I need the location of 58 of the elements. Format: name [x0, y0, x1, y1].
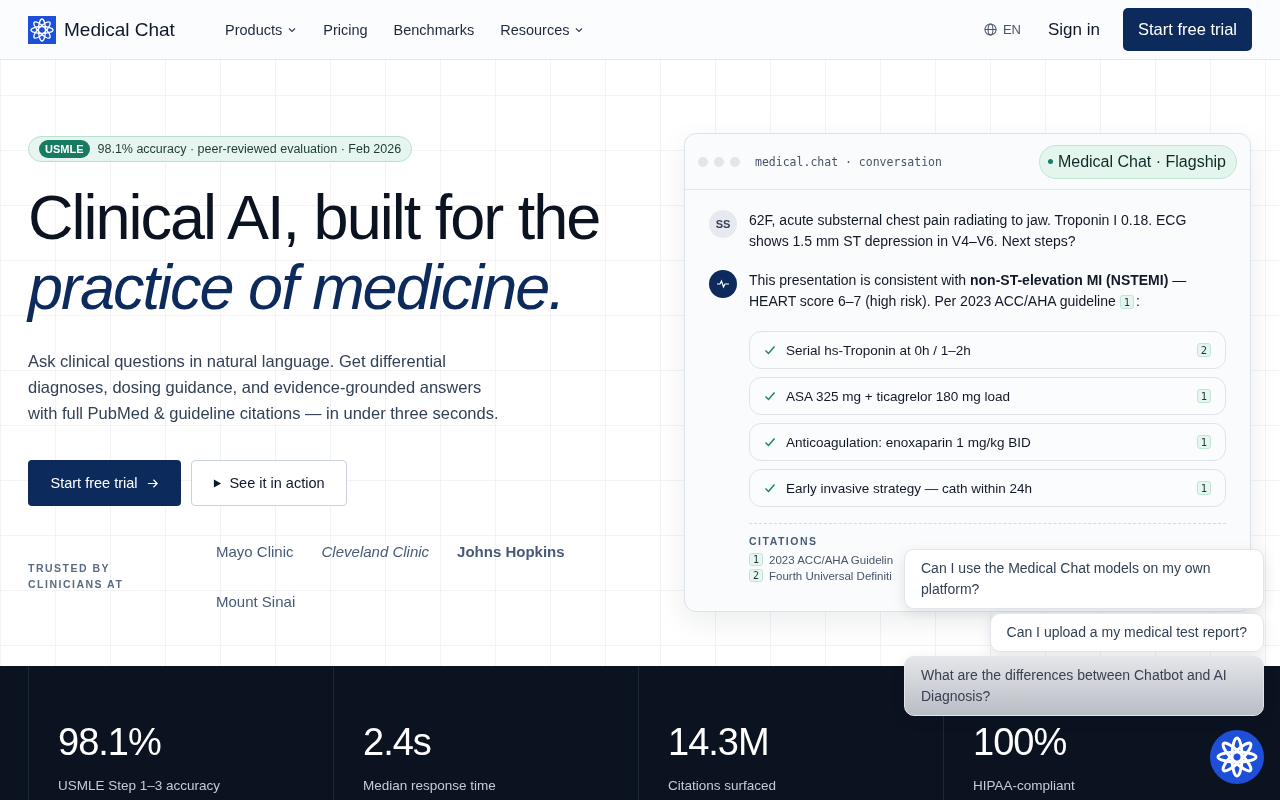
stat-label: HIPAA-compliant: [973, 778, 1076, 793]
citations-label: CITATIONS: [749, 535, 819, 547]
assistant-message: This presentation is consistent with non-ST-elevation MI (NSTEMI) —: [749, 272, 1187, 288]
brand-name[interactable]: Medical Chat: [64, 18, 175, 41]
citation-ref[interactable]: 1: [1119, 295, 1135, 309]
watch-demo-button[interactable]: See it in action: [191, 460, 347, 506]
citation-number: 2: [749, 569, 764, 582]
stat-value: 2.4s: [363, 720, 432, 764]
stat-label: Citations surfaced: [668, 778, 778, 793]
stat-label: USMLE Step 1–3 accuracy: [58, 778, 222, 793]
sign-in-link[interactable]: Sign in: [1047, 19, 1100, 40]
trusted-label: TRUSTED BY CLINICIANS AT: [28, 561, 125, 592]
badge-tag: USMLE: [39, 140, 90, 158]
play-icon: [213, 478, 223, 488]
stat-value: 14.3M: [668, 720, 770, 764]
conversation-address: medical.chat · conversation: [755, 154, 942, 169]
punctuation: :: [1136, 293, 1140, 309]
step-text: Serial hs-Troponin at 0h / 1–2h: [786, 342, 972, 358]
user-message: 62F, acute substernal chest pain radiating to jaw. Troponin I 0.18. ECG shows 1.5 mm ST depression in V4–V6. Next steps?: [749, 211, 1188, 251]
model-pill: Medical Chat · Flagship: [1038, 144, 1237, 179]
citation-ref[interactable]: 1: [1196, 435, 1211, 449]
nav-link[interactable]: Benchmarks: [393, 21, 475, 38]
assistant-message: HEART score 6–7 (high risk). Per 2023 ACC/AHA guideline: [749, 293, 1116, 309]
hero-title: Clinical AI, built for the: [28, 182, 601, 252]
citation-link[interactable]: Fourth Universal Definiti: [769, 569, 892, 582]
institution-name: Johns Hopkins: [457, 542, 565, 562]
start-trial-button[interactable]: Start free trial: [28, 460, 181, 506]
citation-ref[interactable]: 1: [1196, 389, 1211, 403]
window-dots-icon: [698, 156, 740, 167]
globe-icon: [983, 23, 997, 36]
logo-icon: [28, 15, 56, 44]
institution-name: Cleveland Clinic: [321, 542, 430, 562]
stat-value: 100%: [973, 720, 1068, 764]
stat-label: Median response time: [363, 778, 497, 793]
citation-ref[interactable]: 1: [1196, 481, 1211, 495]
institution-name: Mayo Clinic: [216, 542, 294, 562]
hero-title-emphasis: practice of medicine.: [28, 252, 565, 322]
nav-link[interactable]: Resources: [500, 21, 585, 38]
language-button[interactable]: EN: [983, 22, 1021, 37]
step-text: Anticoagulation: enoxaparin 1 mg/kg BID: [786, 434, 1032, 450]
suggestion-bubble[interactable]: Can I upload a my medical test report?: [989, 613, 1264, 652]
citation-link[interactable]: 2023 ACC/AHA Guidelin: [769, 553, 894, 566]
pulse-icon: [709, 270, 737, 298]
nav-link[interactable]: Pricing: [323, 21, 368, 38]
institution-name: Mount Sinai: [216, 592, 296, 612]
suggestion-bubble[interactable]: What are the differences between Chatbot and AI Diagnosis?: [904, 656, 1264, 716]
user-avatar: SS: [709, 210, 737, 238]
suggestion-bubble[interactable]: Can I use the Medical Chat models on my own platform?: [904, 549, 1264, 609]
badge-text: 98.1% accuracy · peer-reviewed evaluation · Feb 2026: [97, 142, 402, 156]
citation-number: 1: [749, 553, 764, 566]
start-trial-button[interactable]: Start free trial: [1122, 8, 1252, 51]
citation-ref[interactable]: 2: [1196, 343, 1211, 357]
nav-link[interactable]: Products: [225, 21, 298, 38]
chat-launcher-button[interactable]: [1210, 730, 1264, 784]
stat-value: 98.1%: [58, 720, 162, 764]
hero-subtitle: Ask clinical questions in natural language. Get differential diagnoses, dosing guidance, and evidence-grounded answers with full PubMed & guideline citations — in under three seconds.: [28, 351, 500, 424]
step-text: Early invasive strategy — cath within 24h: [786, 480, 1034, 496]
step-text: ASA 325 mg + ticagrelor 180 mg load: [786, 388, 1011, 404]
